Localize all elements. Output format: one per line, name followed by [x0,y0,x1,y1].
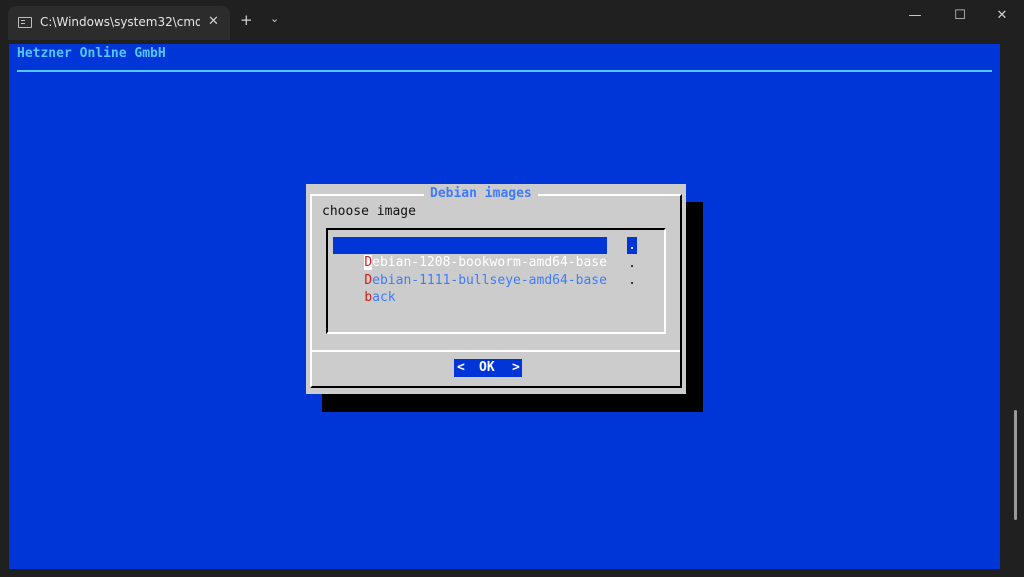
terminal-icon [18,17,32,28]
backtitle-rule [17,70,992,72]
chevron-down-icon[interactable]: ⌄ [270,12,279,25]
menu-item-hotkey: b [364,290,373,305]
scrollbar[interactable] [1014,410,1017,520]
tab-close-icon[interactable]: ✕ [208,14,219,29]
dialog-prompt: choose image [322,204,416,219]
maximize-icon[interactable]: ☐ [948,8,972,23]
menu-item-tag[interactable]: . [627,255,637,272]
menu-dialog: Debian images choose image Debian-1208-b… [306,184,686,394]
title-bar: C:\Windows\system32\cmd.e: ✕ + ⌄ — ☐ ✕ [0,0,1024,40]
ok-button[interactable]: < OK > [454,359,522,377]
ok-left-bracket: < [457,360,465,375]
menu-item-label: ack [372,290,396,305]
ok-right-bracket: > [512,360,520,375]
close-icon[interactable]: ✕ [990,8,1014,23]
dialog-title: Debian images [424,186,538,201]
menu-item-label: ebian-1111-bullseye-amd64-base [372,273,607,288]
terminal-tab[interactable]: C:\Windows\system32\cmd.e: ✕ [8,6,230,40]
backtitle: Hetzner Online GmbH [17,46,166,61]
menu-item-tag[interactable]: . [627,272,637,289]
minimize-icon[interactable]: — [903,8,927,23]
tab-title: C:\Windows\system32\cmd.e: [40,15,200,29]
menu-item-back[interactable]: back [333,272,395,305]
new-tab-icon[interactable]: + [240,11,253,29]
menu-item-tag[interactable]: . [627,237,637,254]
menu-item-bookworm[interactable]: Debian-1208-bookworm-amd64-base [333,237,607,270]
button-separator [312,350,680,352]
ok-label: OK [479,360,495,375]
menu-item-bullseye[interactable]: Debian-1111-bullseye-amd64-base [333,255,607,288]
